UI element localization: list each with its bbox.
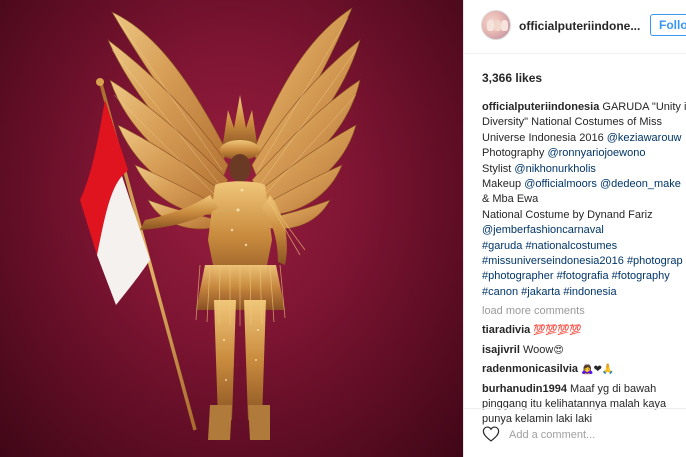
post-photo[interactable]	[0, 0, 463, 457]
post-username[interactable]: officialputeriindone...	[519, 19, 640, 33]
caption-link[interactable]: #photograp	[627, 255, 683, 267]
caption-link[interactable]: #missuniverseindonesia2016	[482, 255, 624, 267]
caption-line: #photographer #fotografia #fotography	[482, 269, 686, 284]
caption-username[interactable]: officialputeriindonesia	[482, 101, 599, 113]
caption-line: Stylist @nikhonurkholis	[482, 162, 686, 177]
comment-username[interactable]: burhanudin1994	[482, 383, 567, 395]
caption-text: Universe Indonesia 2016	[482, 131, 607, 144]
post-details-panel: officialputeriindone... Follow 3,366 lik…	[463, 0, 686, 457]
comment-text: Woow	[522, 343, 554, 356]
comment-username[interactable]: isajivril	[482, 344, 520, 356]
comment-text: 🙇‍♀️❤🙏	[581, 364, 615, 376]
comment-text: 😍	[553, 344, 564, 356]
comment-username[interactable]: radenmonicasilvia	[482, 363, 578, 375]
caption-line: #missuniverseindonesia2016 #photograp	[482, 254, 686, 269]
caption-line: Diversity" National Costumes of Miss	[482, 115, 686, 130]
post-header: officialputeriindone... Follow	[464, 0, 686, 54]
comment-text: Maaf yg di bawah	[570, 382, 657, 395]
caption-link[interactable]: #nationalcostumes	[525, 240, 617, 252]
caption-line: Makeup @officialmoors @dedeon_make	[482, 177, 686, 192]
caption-link[interactable]: #fotography	[612, 270, 670, 282]
comment-username[interactable]: tiaradivia	[482, 324, 530, 336]
caption-link[interactable]: #photographer	[482, 270, 554, 282]
caption-line: officialputeriindonesia GARUDA "Unity in	[482, 100, 686, 115]
caption-line: National Costume by Dynand Fariz	[482, 208, 686, 223]
caption-text: Stylist	[482, 162, 515, 175]
profile-avatar[interactable]	[481, 10, 511, 40]
caption-text: & Mba Ewa	[482, 193, 539, 206]
headdress	[220, 95, 260, 160]
follow-button[interactable]: Follow	[650, 14, 686, 36]
comment-footer: Add a comment...	[464, 408, 686, 457]
caption-link[interactable]: @ronnyariojoewono	[547, 147, 645, 159]
caption-text: Diversity" National Costumes of Miss	[482, 116, 662, 129]
right-wing	[251, 7, 361, 230]
caption-line: @jemberfashioncarnaval	[482, 223, 686, 238]
caption-link[interactable]: #indonesia	[563, 286, 616, 298]
caption-link[interactable]: #fotografia	[557, 270, 609, 282]
caption-line: Photography @ronnyariojoewono	[482, 146, 686, 161]
post-caption: officialputeriindonesia GARUDA "Unity in…	[482, 100, 686, 300]
heart-icon[interactable]	[482, 426, 500, 442]
comment-item: isajivril Woow😍	[482, 343, 686, 358]
caption-line: & Mba Ewa	[482, 192, 686, 207]
caption-link[interactable]: @officialmoors	[524, 178, 597, 190]
comment-text: 💯💯💯💯	[533, 325, 582, 337]
face	[229, 154, 251, 182]
likes-count[interactable]: 3,366 likes	[482, 71, 542, 85]
load-more-comments-link[interactable]: load more comments	[482, 304, 686, 319]
comment-item: radenmonicasilvia 🙇‍♀️❤🙏	[482, 362, 686, 377]
caption-line: #garuda #nationalcostumes	[482, 239, 686, 254]
caption-link[interactable]: #garuda	[482, 240, 522, 252]
caption-text: National Costume by Dynand Fariz	[482, 208, 653, 221]
caption-link[interactable]: @jemberfashioncarnaval	[482, 224, 604, 236]
comment-item: tiaradivia 💯💯💯💯	[482, 323, 686, 338]
caption-link[interactable]: @nikhonurkholis	[514, 163, 596, 175]
add-comment-input[interactable]: Add a comment...	[509, 429, 595, 441]
caption-link[interactable]: #jakarta	[521, 286, 560, 298]
caption-link[interactable]: #canon	[482, 286, 518, 298]
caption-text: GARUDA "Unity in	[599, 101, 686, 113]
caption-line: #canon #jakarta #indonesia	[482, 285, 686, 300]
caption-text: Photography	[482, 147, 548, 160]
garuda-costume-image	[80, 7, 361, 440]
caption-link[interactable]: @dedeon_make	[600, 178, 681, 190]
caption-text: Makeup	[482, 177, 525, 190]
caption-line: Universe Indonesia 2016 @keziawarouw	[482, 131, 686, 146]
caption-link[interactable]: @keziawarouw	[607, 132, 682, 144]
caption-and-comments: officialputeriindonesia GARUDA "Unity in…	[482, 100, 686, 432]
